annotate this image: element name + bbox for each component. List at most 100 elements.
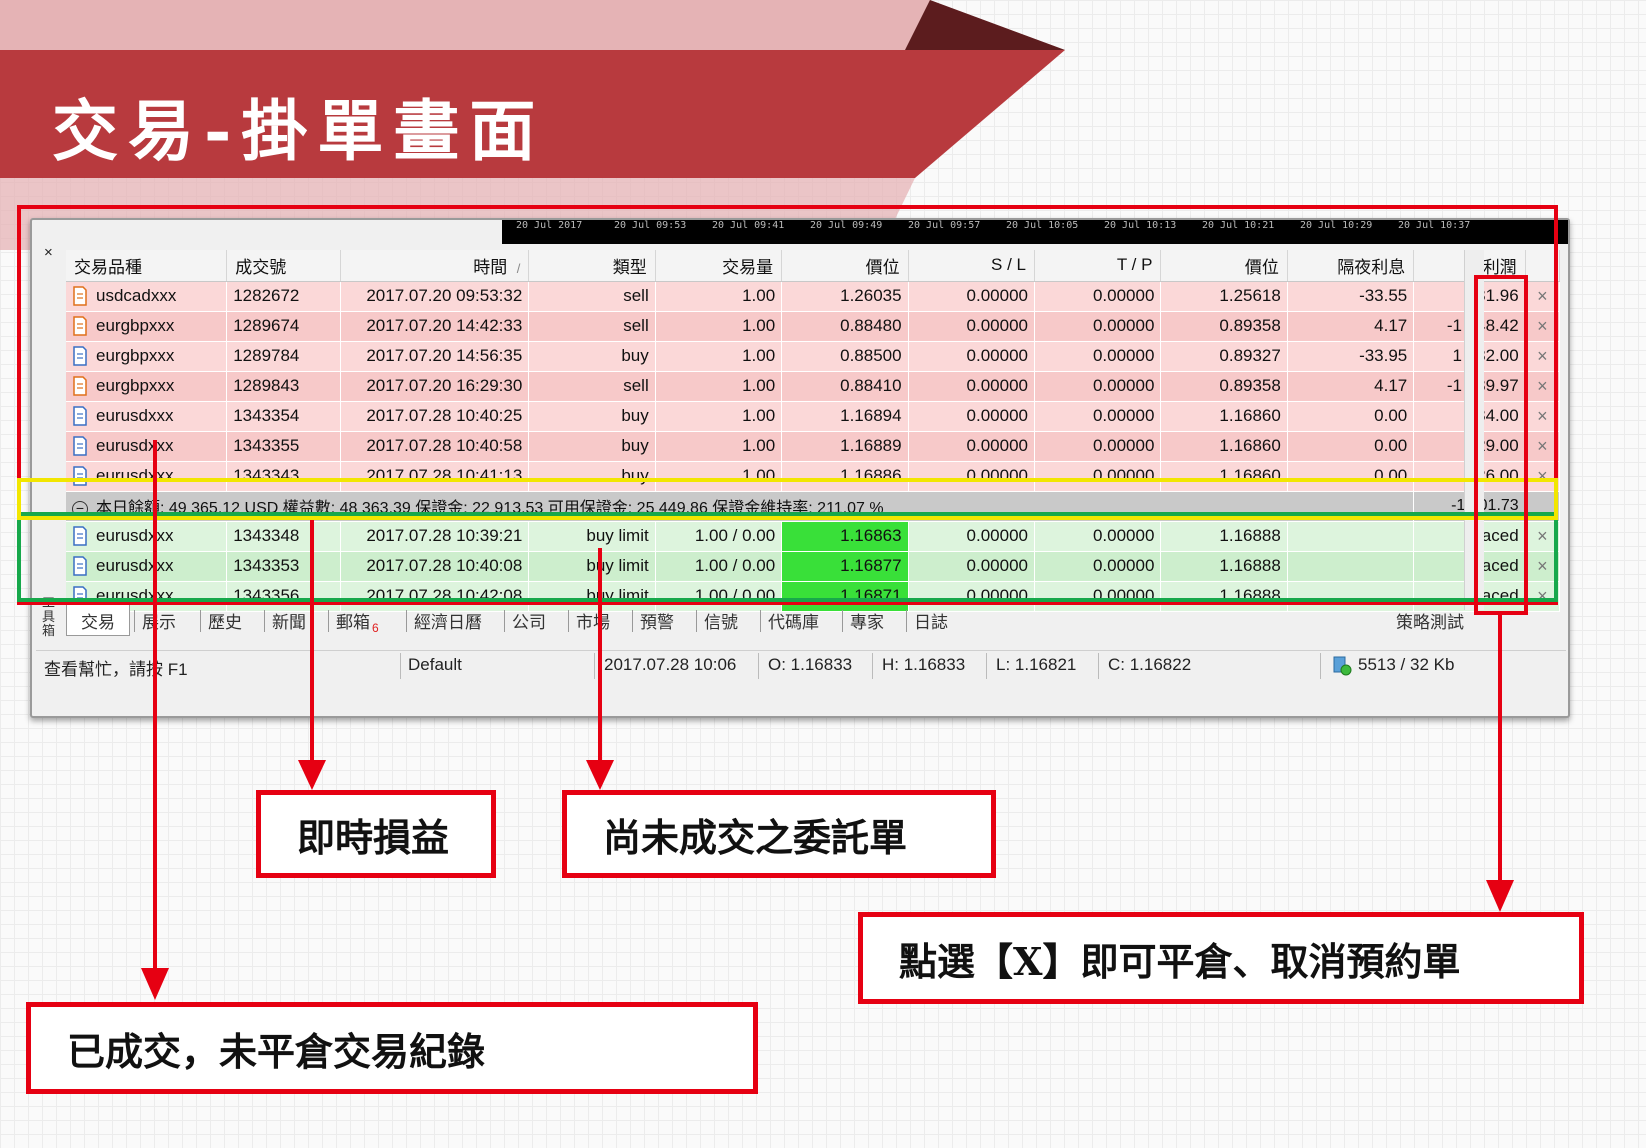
cell-time: 2017.07.20 16:29:30 [340,371,530,402]
cell-sl: 0.00000 [908,341,1036,372]
cell-time: 2017.07.28 10:40:25 [340,401,530,432]
table-row[interactable]: eurusdxxx 1343348 2017.07.28 10:39:21 buy l… [66,521,1561,552]
table-row[interactable]: eurusdxxx 1343355 2017.07.28 10:40:58 buy 1.… [66,431,1561,462]
cell-symbol: eurusdxxx [66,401,228,432]
column-header-time-label: 時間 [473,257,508,277]
tab-item[interactable]: 歷史 [208,608,242,633]
tab-separator [200,610,201,632]
close-trade-icon[interactable]: × [1525,341,1561,372]
cancel-order-icon[interactable]: × [1525,551,1561,582]
close-trade-icon[interactable]: × [1525,401,1561,432]
cell-ticket: 1343354 [226,401,341,432]
collapse-icon[interactable]: − [72,500,88,517]
column-header-price[interactable]: 價位 [781,250,909,282]
cancel-order-icon[interactable]: × [1525,521,1561,552]
tab-strategy-tester[interactable]: 策略測試 [1396,608,1464,633]
table-header-row: 交易品種 成交號 時間 / 類型 交易量 價位 S / L T / P 價位 隔… [66,250,1561,282]
cell-sl: 0.00000 [908,521,1036,552]
status-separator [872,653,873,679]
tab-item[interactable]: 公司 [512,608,546,633]
account-summary-row: − 本日餘額: 49 365.12 USD 權益數: 48 363.39 保證金:… [66,490,1561,522]
cell-symbol: eurusdxxx [66,431,228,462]
tab-item[interactable]: 交易 [66,604,130,636]
column-header-symbol[interactable]: 交易品種 [66,250,228,282]
table-row[interactable]: eurusdxxx 1343353 2017.07.28 10:40:08 buy l… [66,551,1561,582]
account-summary: − 本日餘額: 49 365.12 USD 權益數: 48 363.39 保證金:… [66,490,1415,522]
toolbox-side-label[interactable]: 工具箱 [42,596,58,638]
callout-click-x: 點選【X】即可平倉、取消預約單 [858,912,1584,1004]
cell-current-price: 0.89358 [1160,371,1288,402]
cell-swap: -33.55 [1287,281,1415,312]
tab-item[interactable]: 預警 [640,608,674,633]
close-trade-icon[interactable]: × [1525,461,1561,492]
cell-volume: 1.00 [655,341,783,372]
column-header-tp[interactable]: T / P [1034,250,1162,282]
cell-volume: 1.00 [655,461,783,492]
tab-item[interactable]: 專家 [850,608,884,633]
cell-current-price: 1.16860 [1160,431,1288,462]
chart-time-label: 20 Jul 09:41 [712,220,785,231]
tab-label: 信號 [704,613,738,632]
callout-pending-orders: 尚未成交之委託單 [562,790,996,878]
status-separator [1098,653,1099,679]
status-traffic[interactable]: 5513 / 32 Kb [1332,655,1454,676]
tab-separator [906,610,907,632]
column-header-ticket[interactable]: 成交號 [226,250,341,282]
cell-price: 1.26035 [781,281,909,312]
cell-ticket: 1289674 [226,311,341,342]
table-row[interactable]: eurgbpxxx 1289784 2017.07.20 14:56:35 buy 1.… [66,341,1561,372]
column-header-swap[interactable]: 隔夜利息 [1287,250,1415,282]
table-row[interactable]: eurusdxxx 1343343 2017.07.28 10:41:13 buy 1.… [66,461,1561,492]
tab-item[interactable]: 日誌 [914,608,948,633]
close-trade-icon[interactable]: × [1525,281,1561,312]
tab-item[interactable]: 郵箱 6 [336,608,379,635]
tab-item[interactable]: 代碼庫 [768,608,819,633]
close-trade-icon[interactable]: × [1525,371,1561,402]
table-row[interactable]: eurgbpxxx 1289674 2017.07.20 14:42:33 sell 1… [66,311,1561,342]
cell-tp: 0.00000 [1034,371,1162,402]
trade-table: 交易品種 成交號 時間 / 類型 交易量 價位 S / L T / P 價位 隔… [66,250,1561,612]
tab-item[interactable]: 經濟日曆 [414,608,482,633]
table-row[interactable]: eurgbpxxx 1289843 2017.07.20 16:29:30 sell 1… [66,371,1561,402]
cell-current-price: 1.16888 [1160,521,1288,552]
tab-separator [264,610,265,632]
account-summary-text: 本日餘額: 49 365.12 USD 權益數: 48 363.39 保證金: … [96,500,884,517]
callout-click-x-text: 點選【X】即可平倉、取消預約單 [899,938,1461,984]
cell-ticket: 1343355 [226,431,341,462]
status-low: L: 1.16821 [996,655,1077,674]
terminal-window: 20 Jul 2017 20 Jul 09:53 20 Jul 09:41 20… [30,218,1570,718]
cell-ticket: 1282672 [226,281,341,312]
close-trade-icon[interactable]: × [1525,311,1561,342]
tab-label: 郵箱 [336,613,370,632]
cell-symbol-label: eurgbpxxx [96,315,175,335]
cell-sl: 0.00000 [908,401,1036,432]
column-header-time[interactable]: 時間 / [340,250,530,282]
tab-item[interactable]: 市場 [576,608,610,633]
tab-item[interactable]: 新聞 [272,608,306,633]
cell-time: 2017.07.28 10:40:58 [340,431,530,462]
tab-separator [760,610,761,632]
cell-volume: 1.00 [655,401,783,432]
table-row[interactable]: usdcadxxx 1282672 2017.07.20 09:53:32 sell 1… [66,281,1561,312]
close-pane-icon[interactable]: × [44,244,53,261]
tab-label: 代碼庫 [768,613,819,632]
cell-price: 0.88480 [781,311,909,342]
cell-symbol-label: eurusdxxx [96,435,174,455]
cell-swap: 0.00 [1287,431,1415,462]
tab-separator [568,610,569,632]
cell-volume: 1.00 [655,281,783,312]
column-header-current-price[interactable]: 價位 [1160,250,1288,282]
table-row[interactable]: eurusdxxx 1343354 2017.07.28 10:40:25 buy 1.… [66,401,1561,432]
cell-price: 0.88500 [781,341,909,372]
column-header-type[interactable]: 類型 [528,250,656,282]
tab-item[interactable]: 展示 [142,608,176,633]
cell-symbol: eurusdxxx [66,521,228,552]
tab-item[interactable]: 信號 [704,608,738,633]
status-open: O: 1.16833 [768,655,853,674]
close-trade-icon[interactable]: × [1525,431,1561,462]
table-scrollbar[interactable] [1464,250,1484,610]
status-separator [986,653,987,679]
chart-time-label: 20 Jul 10:37 [1398,220,1471,231]
column-header-volume[interactable]: 交易量 [655,250,783,282]
column-header-sl[interactable]: S / L [908,250,1036,282]
